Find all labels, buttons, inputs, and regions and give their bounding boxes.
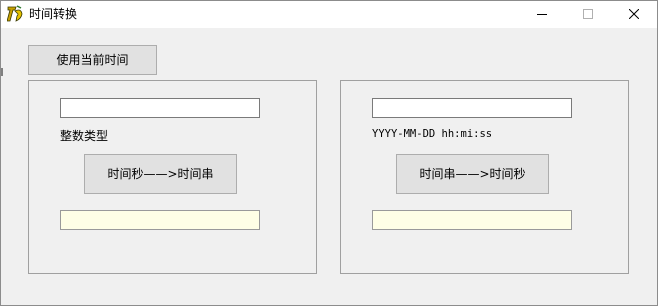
close-button[interactable] xyxy=(611,1,657,28)
string-to-seconds-panel: YYYY-MM-DD hh:mi:ss 时间串——>时间秒 xyxy=(340,80,629,274)
maximize-icon xyxy=(583,9,593,19)
use-current-time-button[interactable]: 使用当前时间 xyxy=(28,45,157,75)
edge-marker xyxy=(1,68,3,76)
seconds-to-string-panel: 整数类型 时间秒——>时间串 xyxy=(28,80,317,274)
client-area: 使用当前时间 整数类型 时间秒——>时间串 YYYY-MM-DD hh:mi:s… xyxy=(1,28,657,305)
integer-type-label: 整数类型 xyxy=(60,129,109,143)
minimize-button[interactable] xyxy=(519,1,565,28)
title-bar[interactable]: 时间转换 xyxy=(1,1,657,28)
close-icon xyxy=(629,9,639,19)
maximize-button[interactable] xyxy=(565,1,611,28)
seconds-input[interactable] xyxy=(60,98,260,118)
app-icon xyxy=(6,5,23,23)
time-string-input[interactable] xyxy=(372,98,572,118)
time-format-label: YYYY-MM-DD hh:mi:ss xyxy=(372,128,493,140)
time-string-result-field[interactable] xyxy=(60,210,260,230)
window-title: 时间转换 xyxy=(29,7,78,21)
seconds-result-field[interactable] xyxy=(372,210,572,230)
minimize-icon xyxy=(537,14,547,15)
string-to-seconds-button[interactable]: 时间串——>时间秒 xyxy=(396,154,549,194)
app-window: 时间转换 使用当前时间 整数类型 时间秒——>时间串 YYYY-MM-DD hh… xyxy=(0,0,658,306)
seconds-to-string-button[interactable]: 时间秒——>时间串 xyxy=(84,154,237,194)
